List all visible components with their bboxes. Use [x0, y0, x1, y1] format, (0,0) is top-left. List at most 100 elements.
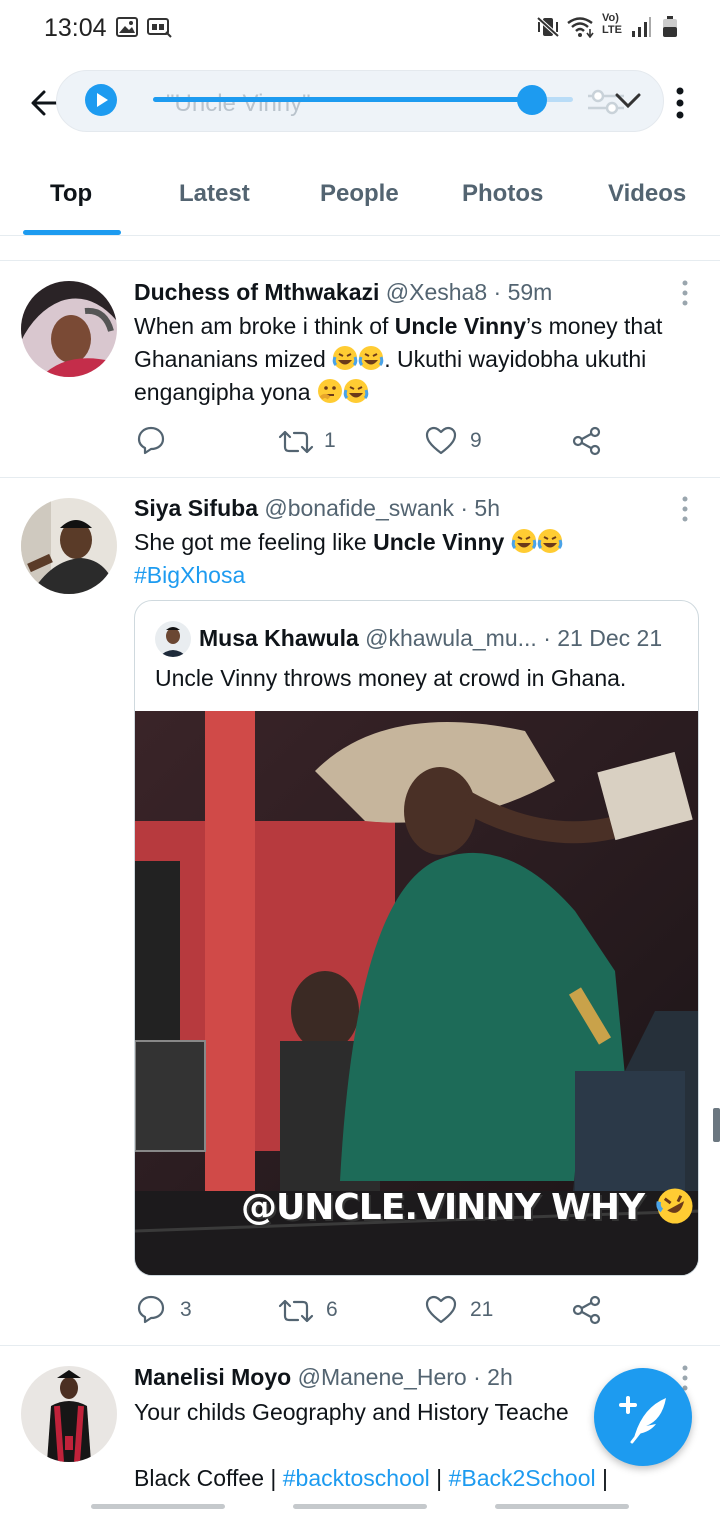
nav-back-button[interactable] [495, 1504, 629, 1509]
quoted-video-thumbnail[interactable]: @UNCLE.VINNY WHY [135, 711, 698, 1275]
chevron-down-icon[interactable] [614, 88, 642, 112]
display-name[interactable]: Duchess of Mthwakazi [134, 279, 379, 305]
nav-recents-button[interactable] [91, 1504, 225, 1509]
quoted-handle: @khawula_mu... [365, 625, 537, 651]
tweet-text: When am broke i think of Uncle Vinny’s m… [134, 310, 694, 409]
vr-icon [147, 18, 172, 38]
reply-icon[interactable] [136, 1294, 166, 1324]
more-options-icon[interactable] [674, 86, 686, 120]
divider [0, 260, 720, 261]
handle[interactable]: @Manene_Hero [298, 1364, 467, 1390]
avatar-photo [21, 1366, 117, 1462]
avatar-photo [155, 621, 191, 657]
separator-dot: · [453, 495, 475, 521]
gallery-icon [116, 17, 138, 37]
search-highlight: Uncle Vinny [394, 313, 527, 339]
compose-tweet-button[interactable] [594, 1368, 692, 1466]
separator-dot: · [466, 1364, 488, 1390]
retweet-icon[interactable] [278, 427, 314, 457]
retweet-count: 6 [326, 1298, 338, 1321]
tweet-menu-icon[interactable] [680, 495, 690, 523]
play-button[interactable] [85, 84, 117, 116]
tweet-text-part: She got me feeling like [134, 529, 374, 555]
quoted-tweet-card[interactable]: Musa Khawula @khawula_mu... · 21 Dec 21 … [134, 600, 699, 1276]
audio-progress-fill [153, 97, 532, 102]
handle[interactable]: @bonafide_swank [264, 495, 454, 521]
like-count: 21 [470, 1298, 494, 1321]
quoted-timestamp: 21 Dec 21 [557, 625, 663, 651]
laughing-tears-emoji-icon [343, 379, 369, 403]
separator-dot: · [487, 279, 508, 305]
share-icon[interactable] [572, 426, 602, 456]
vibrate-mute-icon [536, 16, 560, 38]
avatar[interactable] [21, 1366, 117, 1462]
tweet-text-part: Black Coffee | [134, 1465, 283, 1491]
timestamp[interactable]: 5h [474, 495, 500, 521]
separator-dot: · [536, 625, 558, 651]
signal-icon [632, 17, 651, 37]
hashtag-link[interactable]: #BigXhosa [134, 562, 245, 588]
reply-count: 3 [180, 1298, 192, 1321]
retweet-icon[interactable] [278, 1296, 314, 1326]
laughing-tears-emoji-icon [332, 346, 358, 370]
tweet-text: She got me feeling like Uncle Vinny #Big… [134, 526, 694, 592]
system-nav-bar [0, 1492, 720, 1520]
tweet-header: Siya Sifuba @bonafide_swank · 5h [134, 495, 500, 522]
scrollbar-thumb[interactable] [713, 1108, 720, 1142]
avatar-photo [21, 498, 117, 594]
divider [0, 1345, 720, 1346]
nav-home-button[interactable] [293, 1504, 427, 1509]
compose-feather-icon [619, 1396, 666, 1444]
tweet-text-part: | [429, 1465, 449, 1491]
display-name[interactable]: Manelisi Moyo [134, 1364, 291, 1390]
audio-progress-thumb[interactable] [516, 85, 547, 115]
search-tabs: Top Latest People Photos Videos [0, 160, 720, 236]
quoted-tweet-text: Uncle Vinny throws money at crowd in Gha… [155, 665, 627, 691]
tab-latest[interactable]: Latest [179, 180, 250, 208]
like-icon[interactable] [425, 1295, 457, 1325]
timestamp[interactable]: 59m [508, 279, 553, 305]
status-bar: 13:04 Vo) LTE [0, 0, 720, 56]
volte-label-top: Vo) [602, 12, 619, 24]
laughing-tears-emoji-icon [511, 529, 537, 553]
tab-photos[interactable]: Photos [462, 180, 543, 208]
hashtag-link[interactable]: #backtoschool [283, 1465, 430, 1491]
video-caption-text: @UNCLE.VINNY WHY [241, 1187, 694, 1228]
reply-icon[interactable] [136, 425, 166, 455]
tweet-text-line: Black Coffee | #backtoschool | #Back2Sch… [134, 1462, 694, 1495]
tweet-menu-icon[interactable] [680, 279, 690, 307]
tab-top[interactable]: Top [50, 180, 92, 208]
status-time: 13:04 [44, 14, 107, 42]
hashtag-link[interactable]: #Back2School [449, 1465, 596, 1491]
avatar[interactable] [21, 498, 117, 594]
retweet-count: 1 [324, 429, 336, 452]
avatar[interactable] [21, 281, 117, 377]
tweet-header: Manelisi Moyo @Manene_Hero · 2h [134, 1364, 513, 1391]
avatar-photo [21, 281, 117, 377]
search-query-text[interactable]: "Uncle Vinny" [166, 90, 311, 118]
wifi-icon [567, 17, 594, 38]
tweet-header: Duchess of Mthwakazi @Xesha8 · 59m [134, 279, 552, 306]
tab-people[interactable]: People [320, 180, 399, 208]
tab-videos[interactable]: Videos [608, 180, 686, 208]
divider [0, 477, 720, 478]
tweet-text-part: When am broke i think of [134, 313, 395, 339]
rolling-laughing-emoji-icon [655, 1188, 693, 1224]
like-count: 9 [470, 429, 482, 452]
share-icon[interactable] [572, 1295, 602, 1325]
video-caption-label: @UNCLE.VINNY WHY [241, 1187, 645, 1228]
like-icon[interactable] [425, 426, 457, 456]
timestamp[interactable]: 2h [487, 1364, 513, 1390]
audio-progress-slider[interactable] [153, 97, 573, 102]
volte-label-bottom: LTE [602, 24, 622, 36]
handle[interactable]: @Xesha8 [386, 279, 487, 305]
display-name[interactable]: Siya Sifuba [134, 495, 258, 521]
laughing-tears-emoji-icon [358, 346, 384, 370]
laughing-tears-emoji-icon [537, 529, 563, 553]
search-highlight: Uncle Vinny [373, 529, 505, 555]
active-tab-indicator [23, 230, 121, 235]
play-icon [97, 93, 108, 107]
quoted-avatar [155, 621, 191, 657]
quoted-display-name: Musa Khawula [199, 625, 359, 651]
thinking-face-emoji-icon [317, 379, 342, 403]
